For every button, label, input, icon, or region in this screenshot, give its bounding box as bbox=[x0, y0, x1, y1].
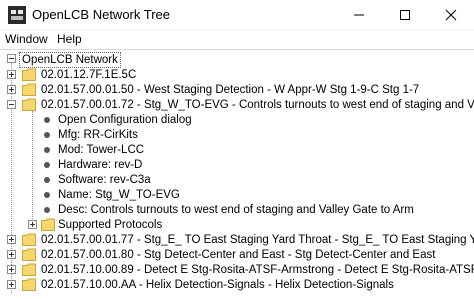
close-icon bbox=[445, 9, 457, 21]
bullet-icon bbox=[44, 132, 50, 138]
tree-leaf-label[interactable]: Mod: Tower-LCC bbox=[58, 143, 144, 157]
app-icon bbox=[8, 6, 26, 24]
folder-icon bbox=[22, 233, 36, 246]
minimize-button[interactable] bbox=[336, 0, 382, 30]
folder-icon bbox=[22, 248, 36, 261]
tree-node-label[interactable]: Supported Protocols bbox=[58, 218, 162, 232]
folder-icon bbox=[22, 68, 36, 81]
menu-help[interactable]: Help bbox=[57, 32, 82, 46]
folder-icon bbox=[22, 83, 36, 96]
network-tree[interactable]: OpenLCB Network 02.01.12.7F.1E.5C 02.01.… bbox=[0, 49, 474, 299]
tree-leaf-label[interactable]: Hardware: rev-D bbox=[58, 158, 142, 172]
tree-leaf[interactable]: Name: Stg_W_TO-EVG bbox=[0, 187, 474, 203]
bullet-icon bbox=[44, 192, 50, 198]
expand-icon[interactable] bbox=[7, 85, 16, 94]
window-title: OpenLCB Network Tree bbox=[32, 7, 171, 22]
expand-icon[interactable] bbox=[7, 280, 16, 289]
close-button[interactable] bbox=[428, 0, 474, 30]
tree-leaf[interactable]: Mfg: RR-CirKits bbox=[0, 127, 474, 143]
tree-leaf[interactable]: Hardware: rev-D bbox=[0, 157, 474, 173]
menu-window[interactable]: Window bbox=[5, 32, 48, 46]
tree-node-label[interactable]: 02.01.12.7F.1E.5C bbox=[41, 68, 136, 82]
expand-icon[interactable] bbox=[28, 220, 37, 229]
tree-node[interactable]: 02.01.57.10.00.AA - Helix Detection-Sign… bbox=[0, 277, 474, 293]
expand-icon[interactable] bbox=[7, 250, 16, 259]
tree-root[interactable]: OpenLCB Network bbox=[0, 51, 474, 68]
tree-node[interactable]: 02.01.57.00.01.77 - Stg_E_ TO East Stagi… bbox=[0, 232, 474, 248]
tree-leaf[interactable]: Software: rev-C3a bbox=[0, 172, 474, 188]
folder-icon bbox=[41, 218, 55, 231]
tree-node-label[interactable]: 02.01.57.00.01.80 - Stg Detect-Center an… bbox=[41, 248, 435, 262]
folder-icon bbox=[22, 98, 36, 111]
bullet-icon bbox=[44, 177, 50, 183]
tree-node[interactable]: 02.01.57.10.00.89 - Detect E Stg-Rosita-… bbox=[0, 262, 474, 278]
tree-node-label[interactable]: 02.01.57.10.00.AA - Helix Detection-Sign… bbox=[41, 278, 394, 292]
menu-bar: Window Help bbox=[0, 30, 474, 49]
tree-node-label[interactable]: 02.01.57.00.01.50 - West Staging Detecti… bbox=[41, 83, 419, 97]
folder-icon bbox=[22, 263, 36, 276]
tree-leaf-label[interactable]: Name: Stg_W_TO-EVG bbox=[58, 188, 180, 202]
open-configuration-dialog[interactable]: Open Configuration dialog bbox=[58, 113, 192, 127]
tree-leaf[interactable]: Desc: Controls turnouts to west end of s… bbox=[0, 202, 474, 218]
tree-leaf-label[interactable]: Desc: Controls turnouts to west end of s… bbox=[58, 203, 414, 217]
tree-node[interactable]: 02.01.57.00.01.80 - Stg Detect-Center an… bbox=[0, 247, 474, 263]
bullet-icon bbox=[44, 147, 50, 153]
title-bar: OpenLCB Network Tree bbox=[0, 0, 474, 30]
bullet-icon bbox=[44, 207, 50, 213]
tree-node-label[interactable]: 02.01.57.00.01.77 - Stg_E_ TO East Stagi… bbox=[41, 233, 474, 247]
tree-node-label[interactable]: 02.01.57.00.01.72 - Stg_W_TO-EVG - Contr… bbox=[41, 98, 474, 112]
minimize-icon bbox=[353, 9, 365, 21]
tree-node[interactable]: 02.01.57.00.01.50 - West Staging Detecti… bbox=[0, 82, 474, 98]
tree-leaf[interactable]: Open Configuration dialog bbox=[0, 112, 474, 128]
bullet-icon bbox=[44, 162, 50, 168]
tree-node-label[interactable]: 02.01.57.10.00.89 - Detect E Stg-Rosita-… bbox=[41, 263, 474, 277]
expand-icon[interactable] bbox=[7, 70, 16, 79]
expand-icon[interactable] bbox=[7, 235, 16, 244]
collapse-icon[interactable] bbox=[7, 100, 16, 109]
tree-leaf-label[interactable]: Software: rev-C3a bbox=[58, 173, 151, 187]
folder-icon bbox=[22, 278, 36, 291]
maximize-icon bbox=[399, 9, 411, 21]
tree-node-expanded[interactable]: 02.01.57.00.01.72 - Stg_W_TO-EVG - Contr… bbox=[0, 97, 474, 113]
collapse-icon[interactable] bbox=[7, 54, 16, 63]
tree-leaf-label[interactable]: Mfg: RR-CirKits bbox=[58, 128, 138, 142]
bullet-icon bbox=[44, 117, 50, 123]
tree-leaf[interactable]: Mod: Tower-LCC bbox=[0, 142, 474, 158]
expand-icon[interactable] bbox=[7, 265, 16, 274]
tree-root-label[interactable]: OpenLCB Network bbox=[19, 52, 121, 68]
tree-node-supported-protocols[interactable]: Supported Protocols bbox=[0, 217, 474, 233]
maximize-button[interactable] bbox=[382, 0, 428, 30]
tree-node[interactable]: 02.01.12.7F.1E.5C bbox=[0, 67, 474, 83]
